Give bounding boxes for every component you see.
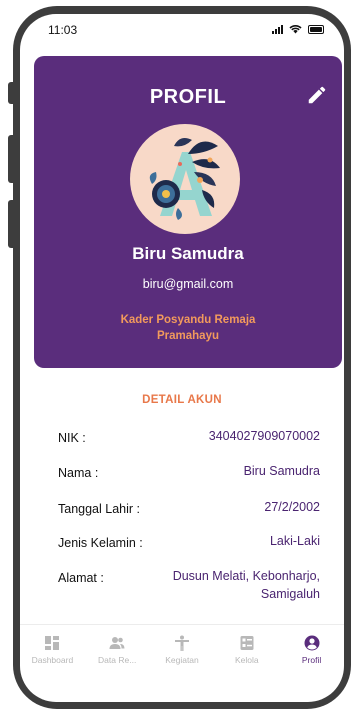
nav-label: Kelola [234,655,259,665]
bottom-nav: Dashboard Data Re... Kegiatan Kelola Pro… [20,624,344,675]
profile-role: Kader Posyandu Remaja Pramahayu [74,312,302,344]
page-title: PROFIL [149,86,227,108]
person-icon [174,635,189,651]
profile-icon [304,635,320,651]
detail-value: 27/2/2002 [264,500,320,514]
address-line-2: Samigaluh [260,587,320,601]
profile-role-line-2: Pramahayu [156,330,219,342]
profile-email: biru@gmail.com [142,277,234,291]
nav-item-kelola[interactable]: Kelola [214,625,279,675]
address-line-1: Dusun Melati, Kebonharjo, [172,569,320,583]
nav-item-dashboard[interactable]: Dashboard [20,625,85,675]
battery-icon [308,24,324,34]
detail-value: Dusun Melati, Kebonharjo, Samigaluh [140,567,320,603]
nav-item-data-remaja[interactable]: Data Re... [85,625,150,675]
users-icon [109,637,125,649]
nav-label: Kegiatan [165,655,199,665]
manage-icon [240,636,254,650]
detail-label: Nama : [58,466,99,480]
floral-letter-a-illustration [149,138,220,220]
avatar [130,124,240,234]
profile-card: PROFIL Biru Samudra biru@gmail.com Kader… [34,56,342,368]
nav-item-kegiatan[interactable]: Kegiatan [150,625,215,675]
detail-value: 3404027909070002 [208,429,320,443]
detail-label: Jenis Kelamin : [58,536,143,550]
canvas: 11:03 PROFIL Biru Samudra biru@gmail.com… [0,0,360,714]
detail-label: Alamat : [58,571,104,585]
detail-value: Laki-Laki [269,534,320,548]
detail-heading: DETAIL AKUN [142,394,222,406]
signal-icon [272,24,283,34]
dashboard-icon [45,636,60,650]
profile-role-line-1: Kader Posyandu Remaja [120,314,256,326]
detail-label: Tanggal Lahir : [58,502,141,516]
status-time: 11:03 [48,23,78,37]
wifi-icon [289,25,302,34]
profile-name: Biru Samudra [132,244,244,263]
detail-label: NIK : [58,431,86,445]
edit-pencil-icon[interactable] [306,84,328,106]
nav-label: Dashboard [31,655,74,665]
nav-label: Data Re... [98,655,137,665]
status-bar: 11:03 [20,14,344,44]
nav-item-profil[interactable]: Profil [279,625,344,675]
status-icons [272,24,324,34]
phone-screen: 11:03 PROFIL Biru Samudra biru@gmail.com… [20,14,344,702]
nav-label: Profil [301,655,322,665]
detail-value: Biru Samudra [243,464,320,478]
